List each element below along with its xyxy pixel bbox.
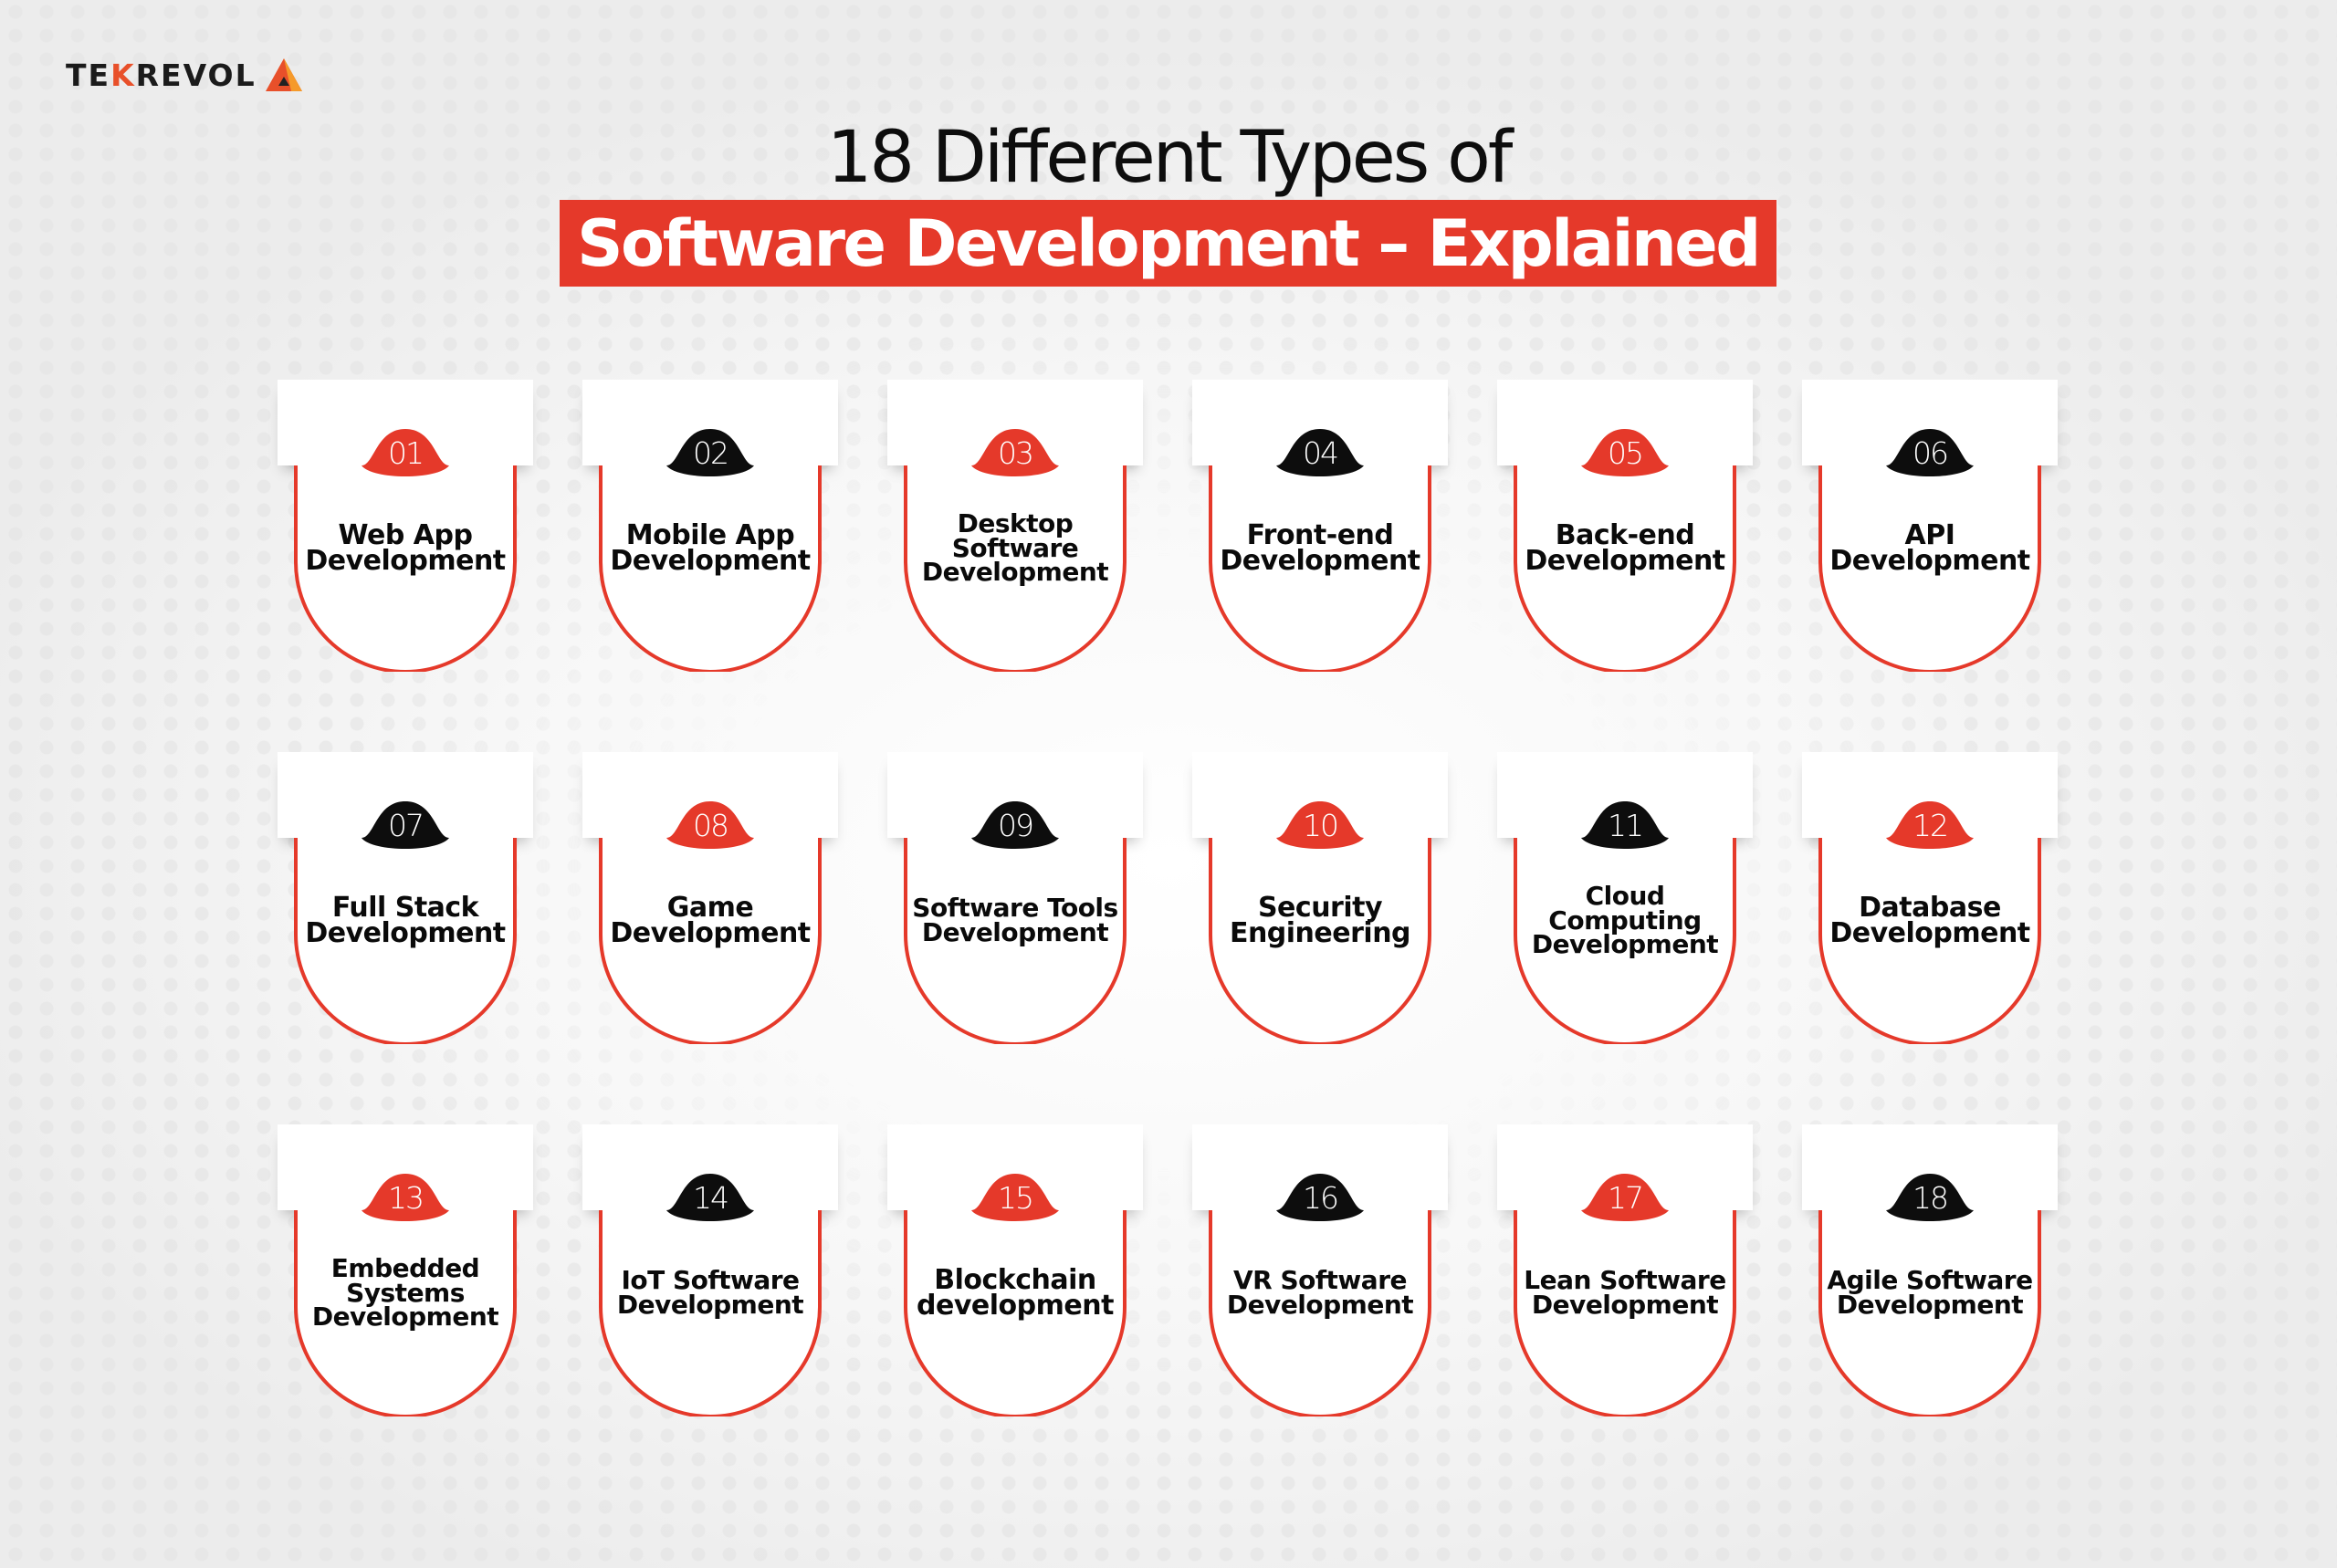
card-number: 05 <box>1608 434 1644 471</box>
card-number: 13 <box>388 1179 424 1216</box>
card-number: 09 <box>998 807 1034 843</box>
card-label: Desktop Software Development <box>921 508 1109 588</box>
card-number: 12 <box>1913 807 1949 843</box>
software-type-card: 15 Blockchain development <box>887 1124 1143 1416</box>
card-number-badge: 10 <box>1276 798 1364 852</box>
card-number-badge: 12 <box>1886 798 1974 852</box>
page-title-line2: Software Development – Explained <box>577 205 1761 281</box>
card-number-badge: 01 <box>362 425 449 480</box>
card-label: Full Stack Development <box>305 891 506 949</box>
card-label: Database Development <box>1829 891 2030 949</box>
card-number-badge: 04 <box>1276 425 1364 480</box>
software-type-card: 02 Mobile App Development <box>582 380 838 672</box>
software-type-card: 13 Embedded Systems Development <box>278 1124 533 1416</box>
brand-wordmark: TEKREVOL <box>66 57 257 93</box>
card-number-badge: 13 <box>362 1170 449 1225</box>
card-number: 07 <box>388 807 424 843</box>
page-title-line1: 18 Different Types of <box>826 117 1514 199</box>
card-label: Front-end Development <box>1220 518 1420 577</box>
card-number-badge: 05 <box>1581 425 1669 480</box>
card-number: 17 <box>1608 1179 1644 1216</box>
card-number-badge: 07 <box>362 798 449 852</box>
card-label: API Development <box>1829 518 2030 577</box>
card-label: Embedded Systems Development <box>311 1253 499 1333</box>
card-number-badge: 18 <box>1886 1170 1974 1225</box>
card-number-badge: 15 <box>971 1170 1059 1225</box>
page-title-banner: Software Development – Explained <box>560 200 1776 287</box>
card-number: 03 <box>998 434 1034 471</box>
card-label: VR Software Development <box>1226 1265 1414 1320</box>
card-number: 18 <box>1913 1179 1949 1216</box>
card-label: Lean Software Development <box>1524 1265 1726 1320</box>
software-type-card: 09 Software Tools Development <box>887 752 1143 1044</box>
card-number-badge: 06 <box>1886 425 1974 480</box>
card-label: Web App Development <box>305 518 506 577</box>
brand-triangle-icon <box>265 58 302 91</box>
card-number: 01 <box>388 434 424 471</box>
card-label: Blockchain development <box>917 1263 1114 1322</box>
card-label: Cloud Computing Development <box>1531 881 1719 960</box>
software-type-card: 11 Cloud Computing Development <box>1497 752 1753 1044</box>
software-type-card: 07 Full Stack Development <box>278 752 533 1044</box>
card-number-badge: 08 <box>666 798 754 852</box>
card-number: 08 <box>693 807 729 843</box>
card-number: 15 <box>998 1179 1034 1216</box>
card-label: Agile Software Development <box>1827 1265 2033 1320</box>
card-label: Game Development <box>610 891 811 949</box>
card-number-badge: 16 <box>1276 1170 1364 1225</box>
card-number-badge: 17 <box>1581 1170 1669 1225</box>
card-number-badge: 02 <box>666 425 754 480</box>
card-label: Mobile App Development <box>610 518 811 577</box>
software-type-card: 16 VR Software Development <box>1192 1124 1448 1416</box>
brand-logo: TEKREVOL <box>66 57 304 93</box>
card-label: IoT Software Development <box>616 1265 804 1320</box>
software-type-card: 18 Agile Software Development <box>1802 1124 2058 1416</box>
card-number: 06 <box>1913 434 1949 471</box>
software-type-card: 06 API Development <box>1802 380 2058 672</box>
card-number: 16 <box>1303 1179 1339 1216</box>
software-type-card: 17 Lean Software Development <box>1497 1124 1753 1416</box>
software-type-card: 10 Security Engineering <box>1192 752 1448 1044</box>
software-type-card: 12 Database Development <box>1802 752 2058 1044</box>
card-label: Software Tools Development <box>912 893 1118 947</box>
card-number: 11 <box>1608 807 1644 843</box>
card-number-badge: 11 <box>1581 798 1669 852</box>
software-type-card: 01 Web App Development <box>278 380 533 672</box>
card-number: 14 <box>693 1179 729 1216</box>
card-number: 04 <box>1303 434 1339 471</box>
card-number-badge: 09 <box>971 798 1059 852</box>
card-number-badge: 03 <box>971 425 1059 480</box>
card-number: 10 <box>1303 807 1339 843</box>
card-label: Security Engineering <box>1229 891 1411 949</box>
card-number: 02 <box>693 434 729 471</box>
software-type-card: 04 Front-end Development <box>1192 380 1448 672</box>
software-type-card: 08 Game Development <box>582 752 838 1044</box>
software-type-card: 14 IoT Software Development <box>582 1124 838 1416</box>
card-label: Back-end Development <box>1525 518 1725 577</box>
card-number-badge: 14 <box>666 1170 754 1225</box>
software-type-card: 03 Desktop Software Development <box>887 380 1143 672</box>
software-type-card: 05 Back-end Development <box>1497 380 1753 672</box>
